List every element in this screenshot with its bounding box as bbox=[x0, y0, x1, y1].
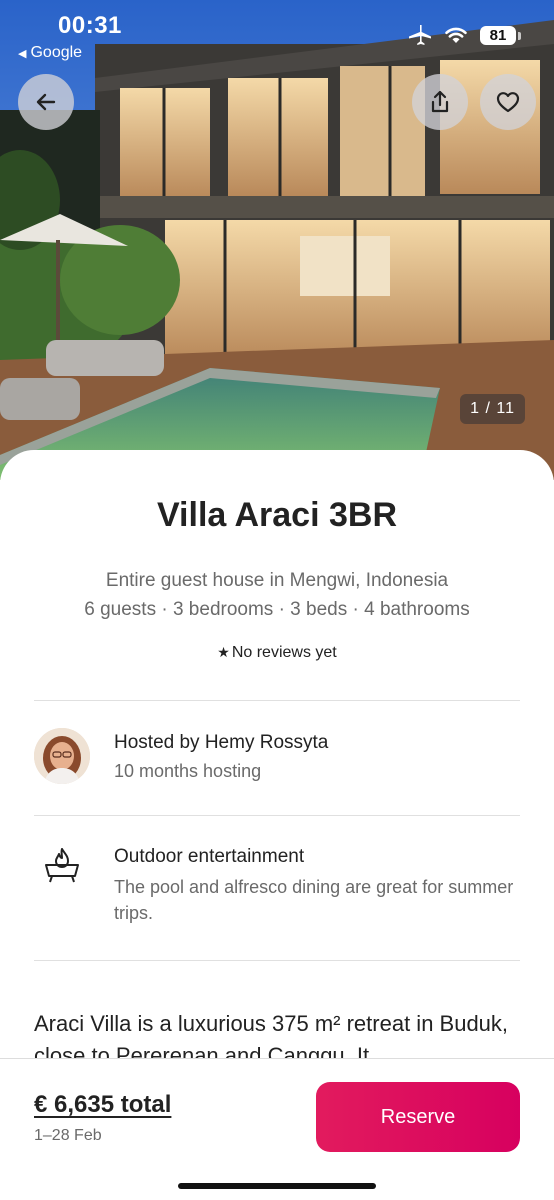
listing-type-location: Entire guest house in Mengwi, Indonesia bbox=[105, 570, 449, 591]
listing-capacity: 6 guests · 3 bedrooms · 3 beds · 4 bathr… bbox=[84, 599, 470, 620]
status-time: 00:31 bbox=[58, 12, 122, 39]
reviews-label: No reviews yet bbox=[231, 644, 337, 661]
save-to-wishlist-button[interactable] bbox=[480, 74, 536, 130]
home-indicator[interactable] bbox=[178, 1183, 376, 1189]
listing-title: Villa Araci 3BR bbox=[156, 496, 397, 534]
photo-counter: 1 / 11 bbox=[460, 394, 525, 424]
highlight-item: Outdoor entertainment The pool and alfre… bbox=[34, 846, 520, 936]
total-price[interactable]: € 6,635 total bbox=[34, 1091, 171, 1119]
divider bbox=[34, 815, 520, 816]
share-icon bbox=[431, 90, 449, 113]
airplane-icon bbox=[409, 25, 431, 45]
host-section[interactable]: Hosted by Hemy Rossyta 10 months hosting bbox=[34, 728, 520, 788]
highlight-title: Outdoor entertainment bbox=[114, 846, 305, 867]
reviews-summary[interactable]: ★ No reviews yet bbox=[0, 644, 554, 662]
host-avatar bbox=[34, 728, 90, 784]
back-app-label: Google bbox=[30, 44, 83, 61]
host-tenure: 10 months hosting bbox=[114, 761, 262, 781]
star-icon: ★ bbox=[217, 644, 230, 660]
divider bbox=[34, 960, 520, 961]
host-avatar-illustration bbox=[34, 728, 90, 784]
divider bbox=[34, 700, 520, 701]
status-bar: 00:31 ◀ Google 81 bbox=[0, 0, 554, 70]
wifi-icon bbox=[445, 27, 467, 43]
back-triangle-icon: ◀ bbox=[18, 47, 27, 60]
arrow-left-icon bbox=[36, 93, 56, 111]
heart-icon bbox=[496, 92, 520, 113]
back-button[interactable] bbox=[18, 74, 74, 130]
host-name: Hosted by Hemy Rossyta bbox=[114, 732, 329, 753]
status-icons: 81 bbox=[408, 24, 521, 46]
booking-footer: € 6,635 total 1–28 Feb Reserve bbox=[0, 1058, 554, 1200]
highlight-description: The pool and alfresco dining are great f… bbox=[114, 877, 514, 923]
share-button[interactable] bbox=[412, 74, 468, 130]
reserve-button[interactable]: Reserve bbox=[316, 1082, 520, 1152]
stay-dates: 1–28 Feb bbox=[34, 1127, 102, 1144]
fire-pit-icon bbox=[45, 848, 79, 883]
listing-summary: Entire guest house in Mengwi, Indonesia … bbox=[0, 566, 554, 624]
back-to-app-link[interactable]: ◀ Google bbox=[18, 44, 82, 62]
battery-icon: 81 bbox=[480, 25, 521, 45]
